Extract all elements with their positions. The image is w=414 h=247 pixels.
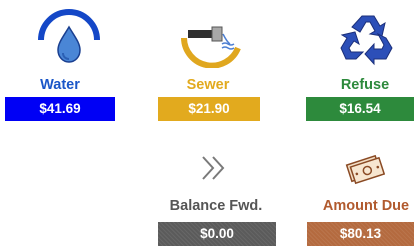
refuse-amount: $16.54 — [306, 97, 414, 121]
balance-label: Balance Fwd. — [169, 198, 263, 214]
recycle-icon — [340, 15, 393, 66]
sewer-amount: $21.90 — [158, 97, 260, 121]
sewer-pipe-icon — [181, 26, 241, 68]
water-label: Water — [40, 77, 80, 93]
balance-amount: $0.00 — [158, 222, 276, 246]
sewer-label: Sewer — [186, 77, 230, 93]
amount-due-amount: $80.13 — [307, 222, 414, 246]
money-bills-icon — [345, 154, 385, 185]
water-amount: $41.69 — [5, 97, 115, 121]
double-chevron-right-icon — [202, 156, 225, 180]
refuse-label: Refuse — [340, 77, 390, 93]
water-drop-icon — [38, 9, 100, 63]
amount-due-label: Amount Due — [322, 198, 410, 214]
